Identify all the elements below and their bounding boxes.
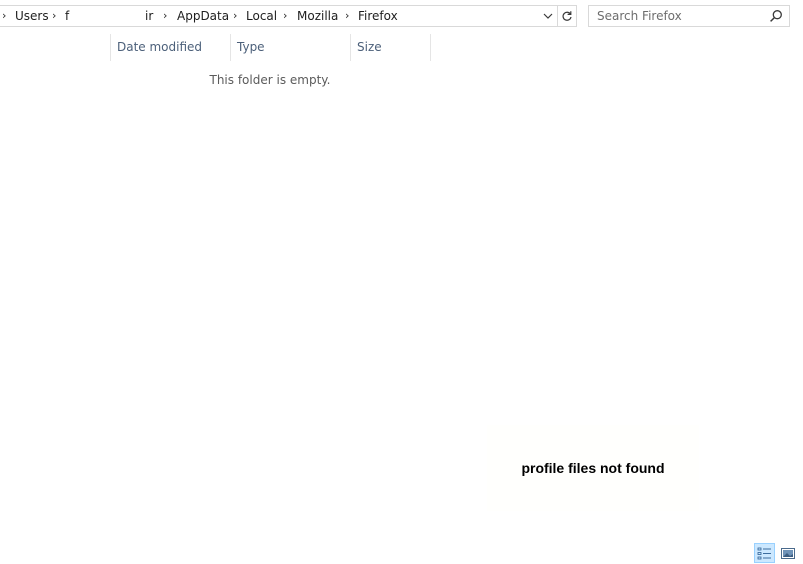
refresh-button[interactable] [558, 5, 577, 27]
breadcrumb-user-folder-tail[interactable]: ir [145, 6, 153, 26]
search-box[interactable] [588, 5, 790, 27]
breadcrumb-separator-icon[interactable]: › [52, 6, 56, 26]
breadcrumb-separator-icon[interactable]: › [233, 6, 237, 26]
overlay-note: profile files not found [487, 425, 699, 511]
search-icon[interactable] [769, 9, 783, 23]
column-header-size[interactable]: Size [350, 34, 431, 61]
empty-folder-message: This folder is empty. [209, 73, 331, 87]
address-bar[interactable]: › Users › f ir › AppData › Local › Mozil… [0, 5, 558, 27]
breadcrumb-firefox[interactable]: Firefox [358, 6, 398, 26]
breadcrumb-mozilla[interactable]: Mozilla [297, 6, 338, 26]
refresh-icon [562, 11, 572, 21]
breadcrumb-users[interactable]: Users [15, 6, 49, 26]
overlay-note-text: profile files not found [521, 460, 665, 476]
column-headers: Date modified Type Size [0, 34, 803, 61]
breadcrumb-separator-icon[interactable]: › [163, 6, 167, 26]
details-view-button[interactable] [754, 543, 775, 563]
breadcrumb-local[interactable]: Local [246, 6, 277, 26]
column-header-type[interactable]: Type [230, 34, 351, 61]
details-view-icon [757, 547, 771, 559]
search-input[interactable] [589, 6, 765, 26]
breadcrumb-appdata[interactable]: AppData [177, 6, 229, 26]
breadcrumb-separator-icon[interactable]: › [345, 6, 349, 26]
breadcrumb-chevron-icon[interactable]: › [2, 6, 6, 26]
address-history-dropdown[interactable] [540, 6, 556, 26]
chevron-down-icon [543, 13, 553, 19]
column-header-date-modified[interactable]: Date modified [110, 34, 231, 61]
breadcrumb: › Users › f ir › AppData › Local › Mozil… [0, 6, 540, 26]
redaction-mask [72, 7, 140, 25]
large-icons-view-button[interactable] [777, 543, 798, 563]
breadcrumb-separator-icon[interactable]: › [283, 6, 287, 26]
large-icons-view-icon [780, 547, 795, 559]
breadcrumb-user-folder[interactable]: f [65, 6, 69, 26]
